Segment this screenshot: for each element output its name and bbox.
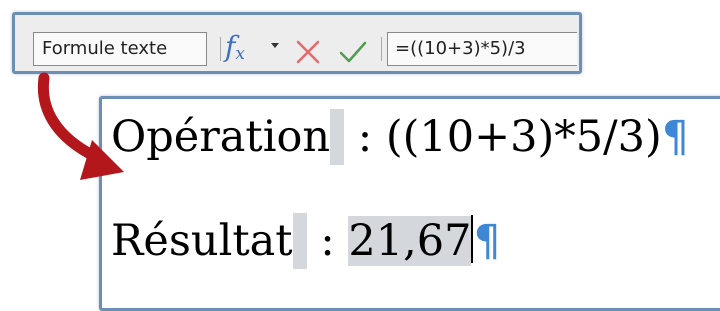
accept-icon[interactable] — [337, 38, 369, 66]
operation-line: Opération : ((10+3)*5/3)¶ — [111, 109, 689, 165]
formula-input[interactable]: =((10+3)*5)/3 — [387, 32, 577, 66]
field-shading — [292, 213, 307, 269]
toolbar-separator — [220, 37, 221, 61]
paragraph-mark-icon: ¶ — [661, 112, 690, 162]
formula-toolbar: Formule texte fx =((10+3)*5)/3 — [12, 12, 582, 74]
operation-separator: : — [344, 112, 386, 162]
result-label: Résultat — [111, 216, 293, 266]
function-wizard-icon[interactable]: fx — [225, 31, 245, 70]
field-shading — [330, 109, 345, 165]
paragraph-mark-icon: ¶ — [473, 216, 501, 266]
name-box[interactable]: Formule texte — [33, 32, 207, 66]
chevron-down-icon[interactable] — [271, 43, 279, 48]
cancel-icon[interactable] — [294, 39, 322, 65]
operation-value: ((10+3)*5/3) — [385, 112, 662, 162]
fx-subscript: x — [235, 44, 245, 64]
toolbar-separator — [381, 37, 382, 61]
fx-symbol: f — [225, 30, 236, 63]
document-page[interactable]: Opération : ((10+3)*5/3)¶ Résultat : 21,… — [99, 96, 720, 311]
result-line: Résultat : 21,67¶ — [111, 213, 501, 269]
formula-field-result[interactable]: 21,67 — [348, 216, 472, 266]
result-separator: : — [306, 216, 349, 266]
operation-label: Opération — [111, 112, 331, 162]
